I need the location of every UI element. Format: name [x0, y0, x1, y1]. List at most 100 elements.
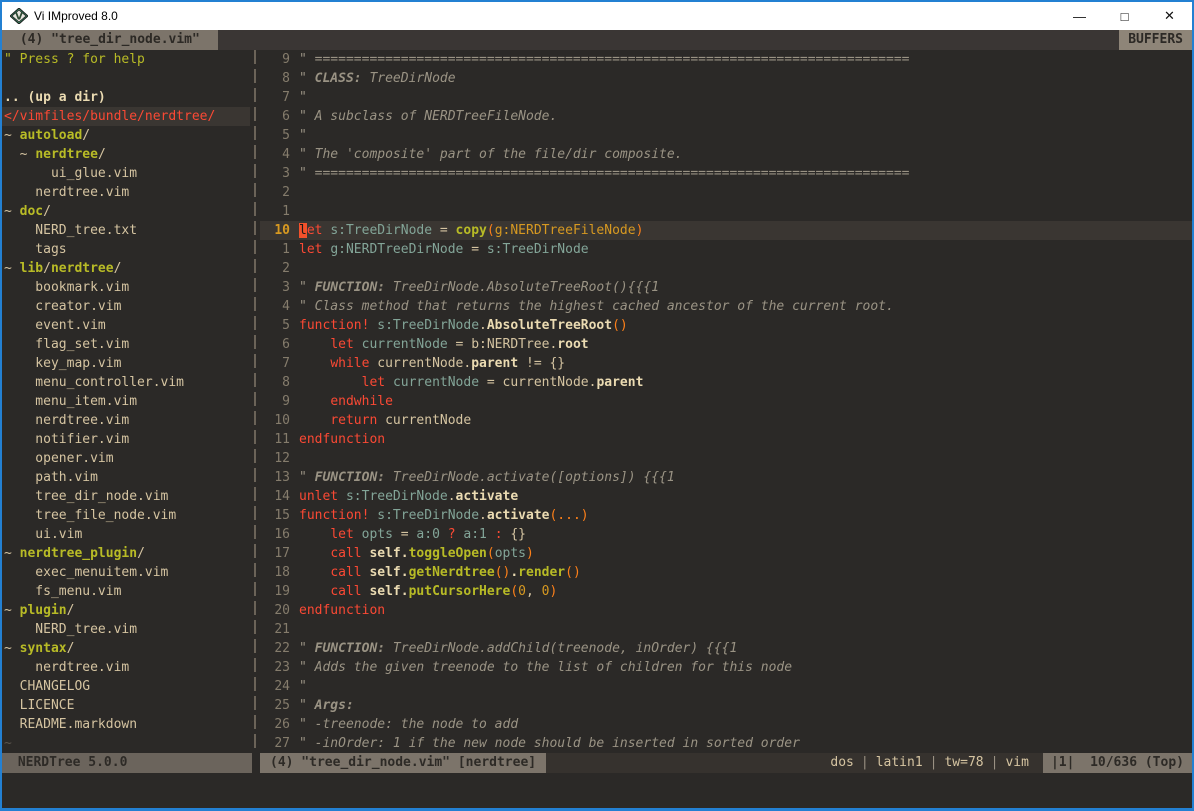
code-line[interactable]: 21	[260, 620, 1192, 639]
tree-file[interactable]: opener.vim	[2, 449, 250, 468]
tree-dir[interactable]: ~ syntax/	[2, 639, 250, 658]
line-number: 22	[260, 639, 299, 658]
code-line[interactable]: 2	[260, 183, 1192, 202]
line-number: 1	[260, 240, 299, 259]
tree-dir[interactable]: ~ plugin/	[2, 601, 250, 620]
code-line[interactable]: 8 let currentNode = currentNode.parent	[260, 373, 1192, 392]
tree-file[interactable]: flag_set.vim	[2, 335, 250, 354]
tree-file[interactable]: path.vim	[2, 468, 250, 487]
tree-file[interactable]: tags	[2, 240, 250, 259]
tree-file[interactable]: NERD_tree.txt	[2, 221, 250, 240]
code-line[interactable]: 1let g:NERDTreeDirNode = s:TreeDirNode	[260, 240, 1192, 259]
tree-dir[interactable]: ~ doc/	[2, 202, 250, 221]
maximize-button[interactable]: □	[1102, 2, 1147, 30]
close-button[interactable]: ✕	[1147, 2, 1192, 30]
code-line-current[interactable]: 10let s:TreeDirNode = copy(g:NERDTreeFil…	[260, 221, 1192, 240]
code-line[interactable]: 3" FUNCTION: TreeDirNode.AbsoluteTreeRoo…	[260, 278, 1192, 297]
code-line[interactable]: 13" FUNCTION: TreeDirNode.activate([opti…	[260, 468, 1192, 487]
code-line[interactable]: 6" A subclass of NERDTreeFileNode.	[260, 107, 1192, 126]
code-line[interactable]: 9 endwhile	[260, 392, 1192, 411]
tree-item[interactable]	[2, 69, 250, 88]
code-line[interactable]: 8" CLASS: TreeDirNode	[260, 69, 1192, 88]
status-line: NERDTree 5.0.0 (4) "tree_dir_node.vim" […	[2, 753, 1192, 773]
tree-file[interactable]: notifier.vim	[2, 430, 250, 449]
tree-file[interactable]: ui.vim	[2, 525, 250, 544]
line-number: 8	[260, 373, 299, 392]
tree-root[interactable]: </vimfiles/bundle/nerdtree/	[2, 107, 250, 126]
code-line[interactable]: 6 let currentNode = b:NERDTree.root	[260, 335, 1192, 354]
code-line[interactable]: 15function! s:TreeDirNode.activate(...)	[260, 506, 1192, 525]
status-position: |1| 10/636 (Top)	[1043, 753, 1192, 773]
line-number: 7	[260, 354, 299, 373]
tree-file[interactable]: event.vim	[2, 316, 250, 335]
command-line[interactable]	[2, 773, 1192, 808]
line-number: 2	[260, 259, 299, 278]
tree-dir[interactable]: ~ nerdtree/	[2, 145, 250, 164]
code-line[interactable]: 5"	[260, 126, 1192, 145]
code-line[interactable]: 10 return currentNode	[260, 411, 1192, 430]
code-line[interactable]: 17 call self.toggleOpen(opts)	[260, 544, 1192, 563]
code-line[interactable]: 4" Class method that returns the highest…	[260, 297, 1192, 316]
line-number: 12	[260, 449, 299, 468]
code-line[interactable]: 14unlet s:TreeDirNode.activate	[260, 487, 1192, 506]
tree-file[interactable]: tree_dir_node.vim	[2, 487, 250, 506]
tree-file[interactable]: bookmark.vim	[2, 278, 250, 297]
code-line[interactable]: 18 call self.getNerdtree().render()	[260, 563, 1192, 582]
code-line[interactable]: 7"	[260, 88, 1192, 107]
tree-file[interactable]: menu_item.vim	[2, 392, 250, 411]
vim-window: V Vi IMproved 8.0 — □ ✕ (4) "tree_dir_no…	[0, 0, 1194, 811]
code-line[interactable]: 2	[260, 259, 1192, 278]
line-number: 6	[260, 107, 299, 126]
code-line[interactable]: 25" Args:	[260, 696, 1192, 715]
tree-file[interactable]: NERD_tree.vim	[2, 620, 250, 639]
code-line[interactable]: 7 while currentNode.parent != {}	[260, 354, 1192, 373]
line-number: 6	[260, 335, 299, 354]
code-line[interactable]: 26" -treenode: the node to add	[260, 715, 1192, 734]
code-line[interactable]: 11endfunction	[260, 430, 1192, 449]
code-line[interactable]: 20endfunction	[260, 601, 1192, 620]
status-spacer	[546, 753, 830, 773]
line-number: 2	[260, 183, 299, 202]
tree-file[interactable]: nerdtree.vim	[2, 658, 250, 677]
tree-file[interactable]: creator.vim	[2, 297, 250, 316]
code-line[interactable]: 16 let opts = a:0 ? a:1 : {}	[260, 525, 1192, 544]
tree-file[interactable]: key_map.vim	[2, 354, 250, 373]
code-line[interactable]: 4" The 'composite' part of the file/dir …	[260, 145, 1192, 164]
status-options: dos|latin1|tw=78|vim	[830, 753, 1029, 773]
tree-dir[interactable]: ~ autoload/	[2, 126, 250, 145]
line-number: 17	[260, 544, 299, 563]
code-line[interactable]: 24"	[260, 677, 1192, 696]
tree-file[interactable]: menu_controller.vim	[2, 373, 250, 392]
code-line[interactable]: 3" =====================================…	[260, 164, 1192, 183]
line-number: 26	[260, 715, 299, 734]
line-number: 5	[260, 126, 299, 145]
line-number: 19	[260, 582, 299, 601]
tree-file[interactable]: CHANGELOG	[2, 677, 250, 696]
code-line[interactable]: 27" -inOrder: 1 if the new node should b…	[260, 734, 1192, 753]
code-line[interactable]: 5function! s:TreeDirNode.AbsoluteTreeRoo…	[260, 316, 1192, 335]
tree-file[interactable]: nerdtree.vim	[2, 411, 250, 430]
tree-help[interactable]: " Press ? for help	[2, 50, 250, 69]
tree-dir[interactable]: ~ nerdtree_plugin/	[2, 544, 250, 563]
tree-file[interactable]: README.markdown	[2, 715, 250, 734]
tree-file[interactable]: fs_menu.vim	[2, 582, 250, 601]
line-number: 4	[260, 297, 299, 316]
code-line[interactable]: 1	[260, 202, 1192, 221]
minimize-button[interactable]: —	[1057, 2, 1102, 30]
tree-file[interactable]: exec_menuitem.vim	[2, 563, 250, 582]
svg-text:V: V	[15, 12, 23, 23]
tree-filler[interactable]: ~	[2, 734, 250, 753]
window-separator[interactable]	[250, 50, 260, 753]
tree-up-dir[interactable]: .. (up a dir)	[2, 88, 250, 107]
tree-file[interactable]: ui_glue.vim	[2, 164, 250, 183]
tree-file[interactable]: tree_file_node.vim	[2, 506, 250, 525]
code-line[interactable]: 19 call self.putCursorHere(0, 0)	[260, 582, 1192, 601]
tab-tree-dir-node[interactable]: (4) "tree_dir_node.vim"	[2, 30, 218, 50]
tree-dir[interactable]: ~ lib/nerdtree/	[2, 259, 250, 278]
tree-file[interactable]: LICENCE	[2, 696, 250, 715]
code-line[interactable]: 23" Adds the given treenode to the list …	[260, 658, 1192, 677]
tree-file[interactable]: nerdtree.vim	[2, 183, 250, 202]
code-line[interactable]: 22" FUNCTION: TreeDirNode.addChild(treen…	[260, 639, 1192, 658]
code-line[interactable]: 12	[260, 449, 1192, 468]
code-line[interactable]: 9" =====================================…	[260, 50, 1192, 69]
